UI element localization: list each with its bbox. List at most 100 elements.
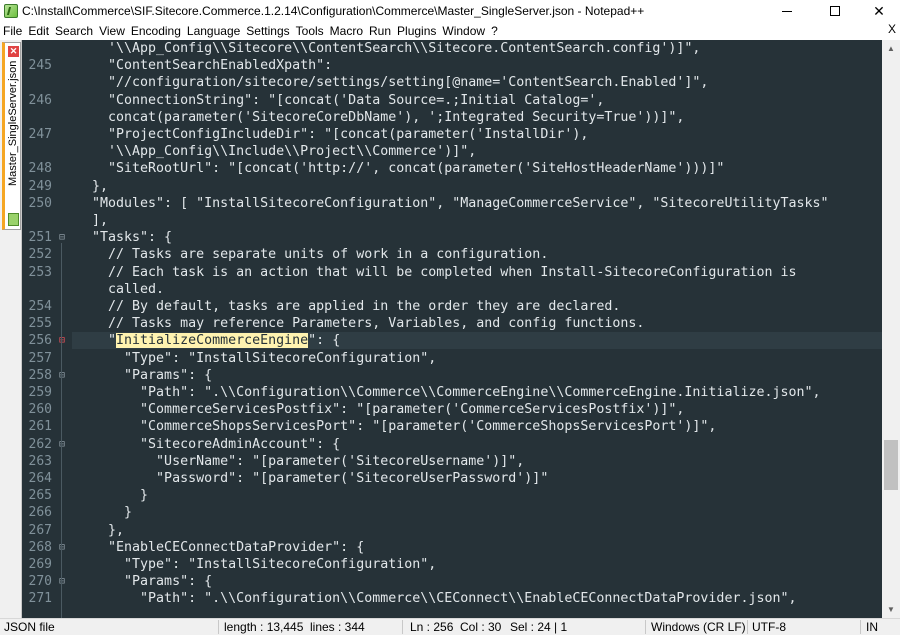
code-line-text: // By default, tasks are applied in the … bbox=[76, 299, 621, 314]
code-line[interactable]: } bbox=[72, 487, 882, 504]
scroll-down-icon[interactable]: ▼ bbox=[882, 601, 900, 618]
code-line[interactable]: "EnableCEConnectDataProvider": { bbox=[72, 539, 882, 556]
line-number bbox=[22, 40, 52, 57]
menu-plugins[interactable]: Plugins bbox=[394, 24, 439, 38]
line-number: 271 bbox=[28, 591, 52, 606]
vertical-scrollbar[interactable]: ▲ ▼ bbox=[882, 40, 900, 618]
menu-run[interactable]: Run bbox=[366, 24, 394, 38]
status-separator bbox=[645, 620, 646, 634]
line-number: 268 bbox=[28, 540, 52, 555]
fold-toggle-icon[interactable]: ⊟ bbox=[58, 539, 66, 556]
code-line[interactable]: called. bbox=[72, 281, 882, 298]
code-line[interactable]: "Path": ".\\Configuration\\Commerce\\CEC… bbox=[72, 590, 882, 607]
line-number: 267 bbox=[28, 523, 52, 538]
line-number: 263 bbox=[28, 454, 52, 469]
code-line[interactable]: "//configuration/sitecore/settings/setti… bbox=[72, 74, 882, 91]
code-line[interactable]: "UserName": "[parameter('SitecoreUsernam… bbox=[72, 453, 882, 470]
line-number bbox=[22, 74, 52, 91]
line-number: 246 bbox=[28, 93, 52, 108]
menu-macro[interactable]: Macro bbox=[327, 24, 366, 38]
scroll-up-icon[interactable]: ▲ bbox=[882, 40, 900, 57]
code-line[interactable]: // Each task is an action that will be c… bbox=[72, 264, 882, 281]
code-line[interactable]: // Tasks may reference Parameters, Varia… bbox=[72, 315, 882, 332]
code-line[interactable]: // Tasks are separate units of work in a… bbox=[72, 246, 882, 263]
line-number: 269 bbox=[28, 557, 52, 572]
code-area[interactable]: '\\App_Config\\Sitecore\\ContentSearch\\… bbox=[72, 40, 882, 618]
code-line-text: "CommerceServicesPostfix": "[parameter('… bbox=[76, 402, 685, 417]
menu-tools[interactable]: Tools bbox=[293, 24, 327, 38]
menu-file[interactable]: File bbox=[0, 24, 25, 38]
code-line[interactable]: "ConnectionString": "[concat('Data Sourc… bbox=[72, 92, 882, 109]
code-line-text: "ProjectConfigIncludeDir": "[concat(para… bbox=[76, 127, 589, 142]
code-line[interactable]: "ContentSearchEnabledXpath": bbox=[72, 57, 882, 74]
code-line-text: } bbox=[76, 488, 149, 503]
line-number: 251 bbox=[28, 230, 52, 245]
status-bar: JSON file length : 13,445 lines : 344 Ln… bbox=[0, 618, 900, 635]
menu-view[interactable]: View bbox=[96, 24, 128, 38]
fold-toggle-icon[interactable]: ⊟ bbox=[58, 332, 66, 349]
status-eol: Windows (CR LF) bbox=[651, 620, 746, 634]
code-line-text: '\\App_Config\\Include\\Project\\Commerc… bbox=[76, 144, 477, 159]
code-line[interactable]: "Type": "InstallSitecoreConfiguration", bbox=[72, 556, 882, 573]
code-editor[interactable]: 245 246 247 248 249 250 251 252 253 254 255 256 257 2… bbox=[22, 40, 882, 618]
code-line[interactable]: concat(parameter('SitecoreCoreDbName'), … bbox=[72, 109, 882, 126]
status-separator bbox=[218, 620, 219, 634]
line-number-gutter: 245 246 247 248 249 250 251 252 253 254 255 256 257 2… bbox=[22, 40, 58, 618]
fold-toggle-icon[interactable]: ⊟ bbox=[58, 573, 66, 590]
document-tab[interactable]: ✕ Master_SingleServer.json bbox=[2, 42, 21, 230]
current-line[interactable]: "InitializeCommerceEngine": { bbox=[72, 332, 882, 349]
code-line-text: }, bbox=[76, 523, 125, 538]
menu-search[interactable]: Search bbox=[52, 24, 96, 38]
menu-help[interactable]: ? bbox=[488, 24, 501, 38]
code-line[interactable]: // By default, tasks are applied in the … bbox=[72, 298, 882, 315]
code-line[interactable]: "Path": ".\\Configuration\\Commerce\\Com… bbox=[72, 384, 882, 401]
fold-toggle-icon[interactable]: ⊟ bbox=[58, 436, 66, 453]
code-line[interactable]: "SitecoreAdminAccount": { bbox=[72, 436, 882, 453]
menu-edit[interactable]: Edit bbox=[25, 24, 52, 38]
menu-window[interactable]: Window bbox=[439, 24, 488, 38]
maximize-icon bbox=[830, 6, 840, 16]
code-line[interactable]: "Params": { bbox=[72, 573, 882, 590]
code-line[interactable]: "Type": "InstallSitecoreConfiguration", bbox=[72, 350, 882, 367]
code-line[interactable]: ], bbox=[72, 212, 882, 229]
code-line[interactable]: "ProjectConfigIncludeDir": "[concat(para… bbox=[72, 126, 882, 143]
saved-file-icon bbox=[8, 213, 19, 226]
line-number bbox=[22, 281, 52, 298]
line-number: 248 bbox=[28, 161, 52, 176]
menu-settings[interactable]: Settings bbox=[243, 24, 292, 38]
close-window-button[interactable]: ✕ bbox=[856, 0, 900, 22]
menu-language[interactable]: Language bbox=[184, 24, 243, 38]
code-line[interactable]: "CommerceServicesPostfix": "[parameter('… bbox=[72, 401, 882, 418]
fold-margin[interactable]: ⊟ ⊟ ⊟ ⊟ ⊟ ⊟ bbox=[58, 40, 72, 618]
code-line[interactable]: "Password": "[parameter('SitecoreUserPas… bbox=[72, 470, 882, 487]
maximize-button[interactable] bbox=[812, 0, 858, 22]
close-document-button[interactable]: X bbox=[888, 22, 896, 36]
scrollbar-thumb[interactable] bbox=[884, 440, 898, 490]
code-line[interactable]: "SiteRootUrl": "[concat('http://', conca… bbox=[72, 160, 882, 177]
notepadpp-app-icon[interactable] bbox=[4, 4, 18, 18]
code-line-text: "Path": ".\\Configuration\\Commerce\\Com… bbox=[76, 385, 821, 400]
code-line[interactable]: "Params": { bbox=[72, 367, 882, 384]
code-line-text: } bbox=[76, 505, 133, 520]
menu-encoding[interactable]: Encoding bbox=[128, 24, 184, 38]
tab-close-icon[interactable]: ✕ bbox=[8, 46, 19, 57]
line-number: 255 bbox=[28, 316, 52, 331]
code-line[interactable]: } bbox=[72, 504, 882, 521]
window-title: C:\Install\Commerce\SIF.Sitecore.Commerc… bbox=[22, 4, 645, 18]
line-number: 250 bbox=[28, 196, 52, 211]
line-number bbox=[22, 212, 52, 229]
line-number: 270 bbox=[28, 574, 52, 589]
fold-toggle-icon[interactable]: ⊟ bbox=[58, 367, 66, 384]
code-line[interactable]: '\\App_Config\\Sitecore\\ContentSearch\\… bbox=[72, 40, 882, 57]
code-line[interactable]: '\\App_Config\\Include\\Project\\Commerc… bbox=[72, 143, 882, 160]
code-line[interactable]: "CommerceShopsServicesPort": "[parameter… bbox=[72, 418, 882, 435]
code-line[interactable]: }, bbox=[72, 522, 882, 539]
minimize-button[interactable] bbox=[764, 0, 810, 22]
tab-label: Master_SingleServer.json bbox=[7, 61, 19, 187]
code-line[interactable]: }, bbox=[72, 178, 882, 195]
code-line-text: "Type": "InstallSitecoreConfiguration", bbox=[76, 351, 437, 366]
status-lines: lines : 344 bbox=[310, 620, 365, 634]
code-line[interactable]: "Tasks": { bbox=[72, 229, 882, 246]
fold-toggle-icon[interactable]: ⊟ bbox=[58, 229, 66, 246]
code-line[interactable]: "Modules": [ "InstallSitecoreConfigurati… bbox=[72, 195, 882, 212]
